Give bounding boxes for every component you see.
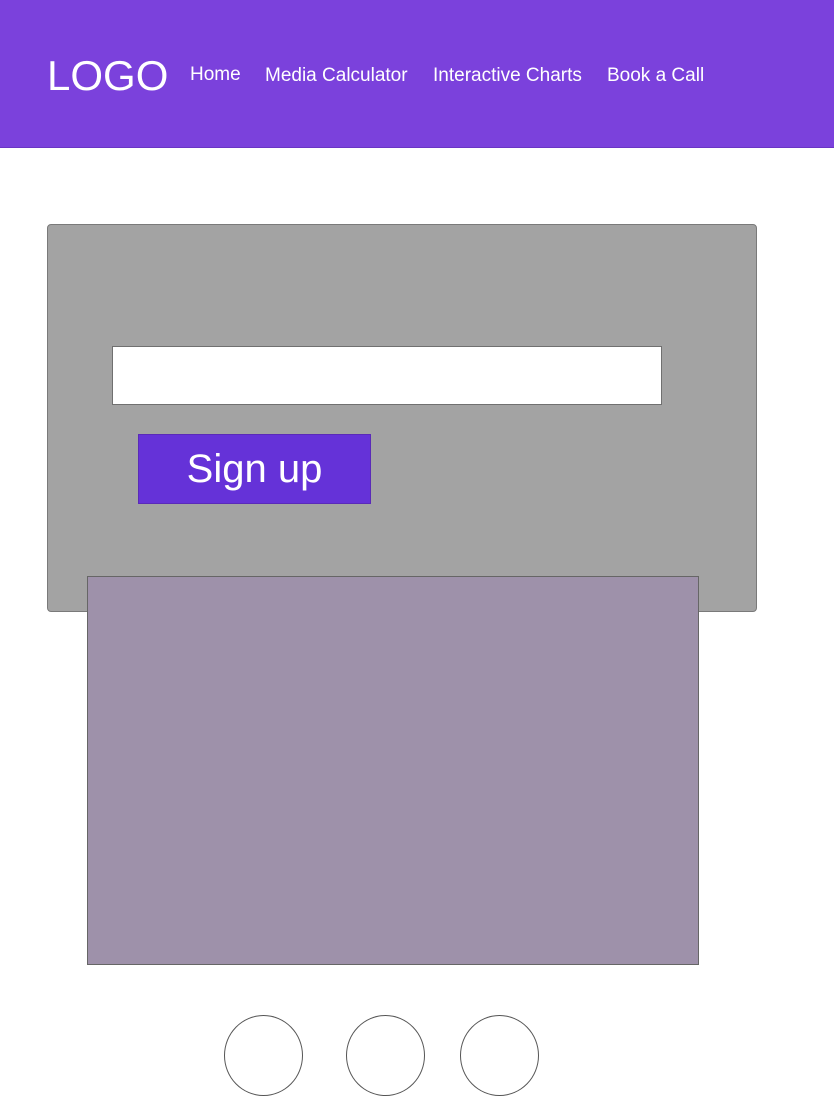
nav-book-a-call-link[interactable]: Book a Call — [607, 64, 704, 88]
carousel-dot-1[interactable] — [224, 1015, 303, 1096]
site-header: LOGO Home Media Calculator Interactive C… — [0, 0, 834, 148]
signup-email-input[interactable] — [112, 346, 662, 405]
logo[interactable]: LOGO — [47, 52, 168, 100]
nav-home-link[interactable]: Home — [190, 63, 241, 87]
nav-interactive-charts-link[interactable]: Interactive Charts — [433, 64, 582, 88]
carousel-dot-3[interactable] — [460, 1015, 539, 1096]
nav-media-calculator-link[interactable]: Media Calculator — [265, 64, 408, 88]
media-placeholder — [87, 576, 699, 965]
sign-up-button[interactable]: Sign up — [138, 434, 371, 504]
carousel-dot-2[interactable] — [346, 1015, 425, 1096]
signup-panel: Sign up — [47, 224, 757, 612]
